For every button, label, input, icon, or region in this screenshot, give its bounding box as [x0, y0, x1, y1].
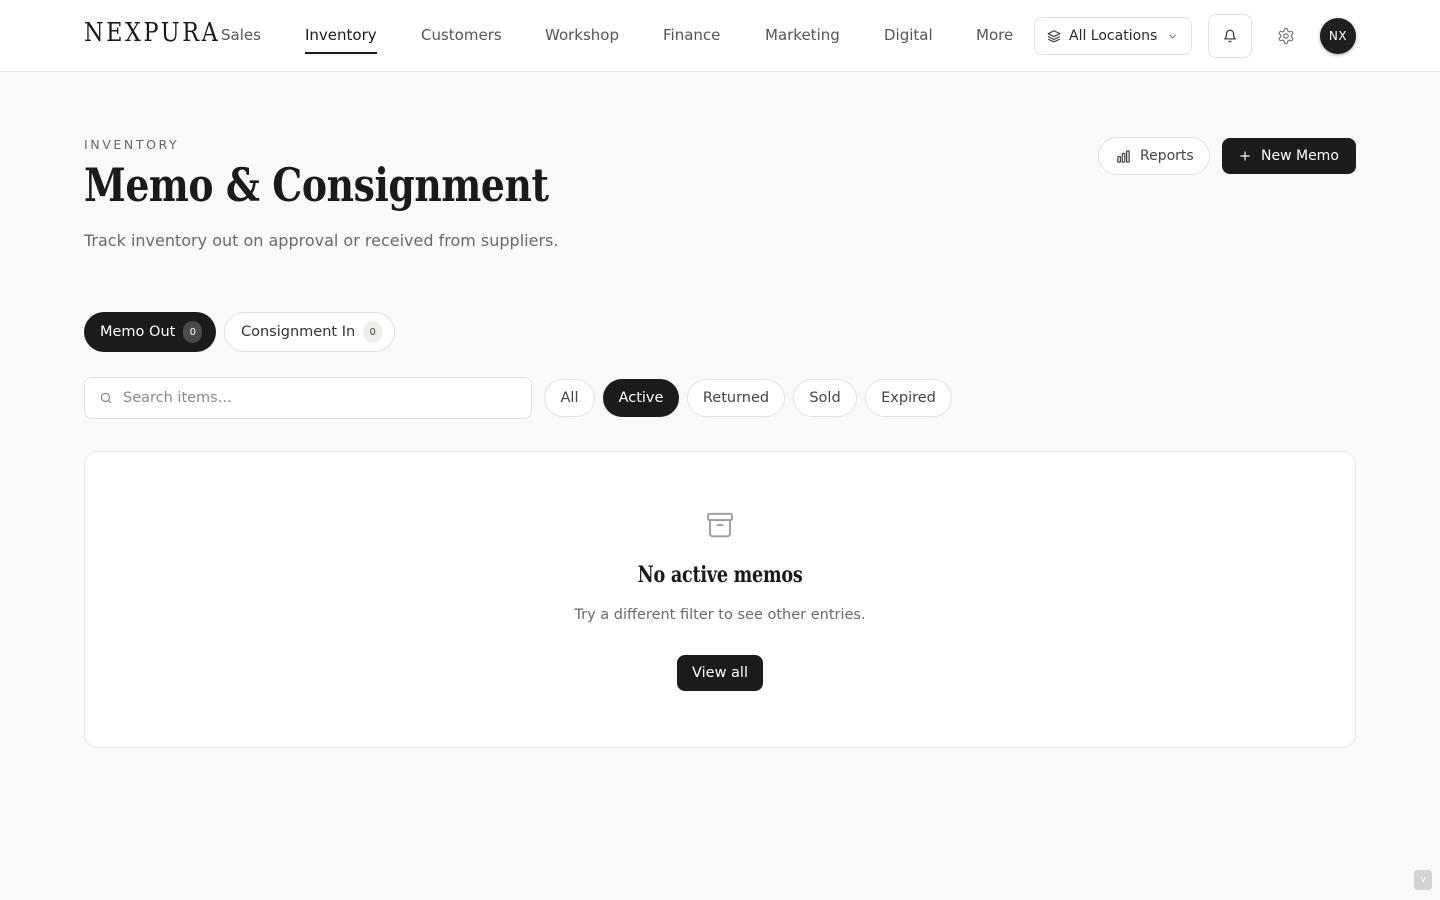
reports-button-label: Reports [1140, 148, 1194, 164]
view-all-button[interactable]: View all [677, 655, 763, 691]
filter-all[interactable]: All [544, 379, 595, 417]
nav-item-marketing[interactable]: Marketing [765, 26, 840, 44]
search-box [84, 377, 532, 419]
tab-memo-out-count: 0 [183, 321, 203, 343]
top-navigation-bar: NEXPURA Sales Inventory Customers Worksh… [0, 0, 1440, 72]
filter-sold[interactable]: Sold [793, 379, 857, 417]
bell-icon [1223, 29, 1237, 43]
tab-memo-out-label: Memo Out [100, 324, 176, 340]
layers-icon [1047, 29, 1061, 43]
user-avatar[interactable]: NX [1320, 18, 1356, 54]
nav-item-sales[interactable]: Sales [221, 26, 261, 44]
nav-item-digital[interactable]: Digital [884, 26, 933, 44]
chevron-down-icon [1167, 31, 1178, 42]
location-selector[interactable]: All Locations [1034, 17, 1192, 55]
plus-icon [1238, 149, 1252, 163]
tab-consignment-in-label: Consignment In [241, 324, 356, 340]
nav-item-workshop[interactable]: Workshop [545, 26, 619, 44]
page-title: Memo & Consignment [84, 158, 549, 212]
archive-icon [705, 510, 735, 544]
nav-item-customers[interactable]: Customers [421, 26, 502, 44]
filter-returned[interactable]: Returned [687, 379, 785, 417]
empty-state-title: No active memos [85, 562, 1355, 588]
page-eyebrow: INVENTORY [84, 137, 180, 152]
nav-item-finance[interactable]: Finance [663, 26, 720, 44]
nav-item-more[interactable]: More [976, 26, 1013, 44]
settings-button[interactable] [1266, 16, 1306, 56]
notifications-button[interactable] [1208, 14, 1252, 58]
tab-memo-out[interactable]: Memo Out 0 [84, 312, 216, 352]
corner-badge[interactable]: v [1414, 870, 1432, 890]
location-selector-label: All Locations [1069, 28, 1158, 44]
reports-button[interactable]: Reports [1098, 137, 1210, 175]
filter-active[interactable]: Active [603, 379, 679, 417]
tab-consignment-in-count: 0 [363, 321, 383, 343]
gear-icon [1277, 27, 1295, 45]
new-memo-button-label: New Memo [1261, 148, 1339, 164]
empty-state-card: No active memos Try a different filter t… [84, 451, 1356, 748]
new-memo-button[interactable]: New Memo [1222, 138, 1356, 174]
search-input[interactable] [123, 390, 503, 406]
tab-consignment-in[interactable]: Consignment In 0 [224, 312, 395, 352]
filter-expired[interactable]: Expired [865, 379, 952, 417]
bar-chart-icon [1116, 149, 1131, 164]
brand-logo[interactable]: NEXPURA [84, 18, 220, 48]
empty-state-title-text: No active memos [637, 562, 803, 588]
page-subtitle: Track inventory out on approval or recei… [84, 231, 559, 250]
empty-state-subtitle: Try a different filter to see other entr… [574, 607, 866, 623]
search-icon [99, 391, 113, 405]
nav-item-inventory[interactable]: Inventory [305, 26, 377, 54]
